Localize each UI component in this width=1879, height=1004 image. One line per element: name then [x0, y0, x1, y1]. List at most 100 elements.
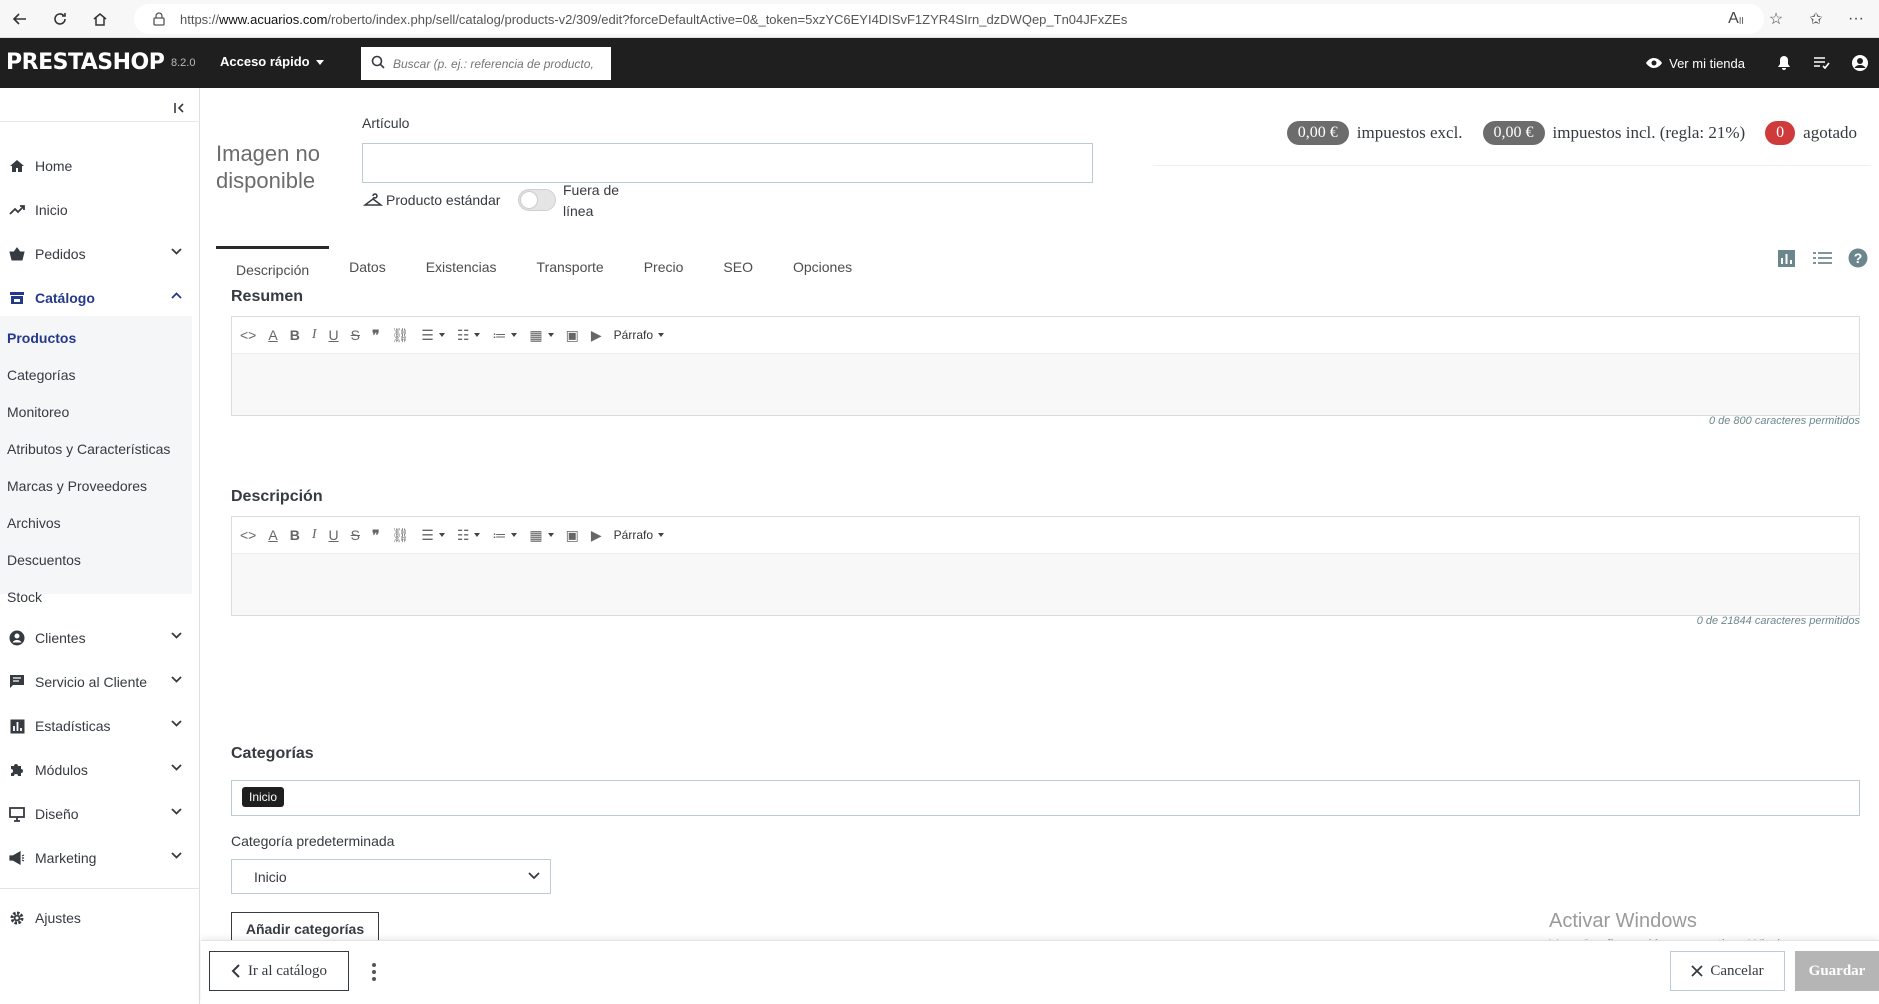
sidebar-item-ajustes[interactable]: Ajustes: [0, 898, 192, 938]
home-browser-icon[interactable]: [80, 0, 120, 38]
sidebar-item-modulos[interactable]: Módulos: [0, 750, 192, 790]
sidebar-item-clientes[interactable]: Clientes: [0, 618, 192, 658]
sidebar-item-pedidos[interactable]: Pedidos: [0, 234, 192, 274]
submenu-stock[interactable]: Stock: [7, 589, 42, 605]
product-image-placeholder[interactable]: Imagen no disponible: [216, 140, 331, 220]
tab-precio[interactable]: Precio: [624, 246, 704, 288]
offline-label: Fuera de línea: [563, 182, 620, 219]
more-actions-icon[interactable]: [367, 957, 381, 987]
submenu-productos[interactable]: Productos: [7, 330, 76, 346]
tab-seo[interactable]: SEO: [703, 246, 773, 288]
submenu-archivos[interactable]: Archivos: [7, 515, 61, 531]
account-icon[interactable]: [1841, 38, 1879, 88]
read-aloud-icon[interactable]: Aꞁꞁ: [1723, 6, 1749, 32]
back-icon[interactable]: [0, 0, 40, 38]
numbered-list-icon[interactable]: ≔: [492, 523, 518, 547]
price-excl-badge: 0,00 €: [1286, 121, 1349, 145]
media-icon[interactable]: ▶: [591, 323, 602, 347]
help-icon[interactable]: ?: [1847, 247, 1869, 269]
sidebar-item-inicio[interactable]: Inicio: [0, 190, 192, 230]
text-color-icon[interactable]: A: [268, 323, 277, 347]
url-text: https://www.acuarios.com/roberto/index.p…: [180, 11, 1128, 27]
list-icon[interactable]: [1811, 247, 1833, 269]
tab-opciones[interactable]: Opciones: [773, 246, 872, 288]
code-view-icon[interactable]: <>: [240, 323, 256, 347]
table-icon[interactable]: ▦: [529, 323, 554, 347]
submenu-descuentos[interactable]: Descuentos: [7, 552, 81, 568]
image-icon[interactable]: ▣: [566, 323, 579, 347]
media-icon[interactable]: ▶: [591, 523, 602, 547]
collapse-sidebar-icon[interactable]: [170, 98, 190, 118]
image-icon[interactable]: ▣: [566, 523, 579, 547]
table-icon[interactable]: ▦: [529, 523, 554, 547]
offline-toggle[interactable]: [518, 189, 556, 211]
italic-icon[interactable]: I: [312, 323, 317, 347]
align-icon[interactable]: ☰: [421, 523, 445, 547]
category-tag[interactable]: Inicio: [242, 787, 285, 807]
paragraph-dropdown[interactable]: Párrafo: [614, 523, 665, 547]
default-category-select[interactable]: Inicio: [231, 859, 551, 894]
tasks-icon[interactable]: [1803, 38, 1841, 88]
prestashop-logo[interactable]: PRESTASHOP: [6, 50, 165, 75]
product-name-input[interactable]: [362, 143, 1093, 183]
sidebar-item-catalogo[interactable]: Catálogo: [0, 278, 192, 318]
categories-field[interactable]: Inicio: [231, 780, 1860, 816]
search-input[interactable]: [393, 56, 603, 71]
quote-icon[interactable]: ❞: [372, 323, 380, 347]
tab-datos[interactable]: Datos: [329, 246, 406, 288]
favorite-star-icon[interactable]: ☆: [1763, 6, 1789, 32]
summary-counter: 0 de 800 caracteres permitidos: [1708, 415, 1860, 427]
price-summary: 0,00 € impuestos excl. 0,00 € impuestos …: [1286, 121, 1857, 145]
basket-icon: [8, 245, 26, 263]
italic-icon[interactable]: I: [312, 523, 317, 547]
underline-icon[interactable]: U: [329, 523, 339, 547]
tab-transporte[interactable]: Transporte: [517, 246, 624, 288]
description-counter: 0 de 21844 caracteres permitidos: [1696, 615, 1860, 627]
sidebar-item-estadisticas[interactable]: Estadísticas: [0, 706, 192, 746]
view-shop-link[interactable]: Ver mi tienda: [1645, 56, 1745, 71]
price-incl-badge: 0,00 €: [1482, 121, 1545, 145]
submenu-monitoreo[interactable]: Monitoreo: [7, 404, 69, 420]
link-icon[interactable]: ⛓: [392, 523, 410, 547]
stats-icon[interactable]: [1775, 247, 1797, 269]
link-icon[interactable]: ⛓: [392, 323, 410, 347]
strikethrough-icon[interactable]: S: [351, 323, 360, 347]
text-color-icon[interactable]: A: [268, 523, 277, 547]
save-button[interactable]: Guardar: [1795, 951, 1879, 991]
refresh-icon[interactable]: [40, 0, 80, 38]
sidebar-item-diseno[interactable]: Diseño: [0, 794, 192, 834]
numbered-list-icon[interactable]: ≔: [492, 323, 518, 347]
sidebar-item-marketing[interactable]: Marketing: [0, 838, 192, 878]
bullet-list-icon[interactable]: ☷: [457, 323, 481, 347]
submenu-categorias[interactable]: Categorías: [7, 367, 75, 383]
submenu-atributos[interactable]: Atributos y Características: [7, 441, 170, 457]
bold-icon[interactable]: B: [290, 323, 300, 347]
bell-icon[interactable]: [1765, 38, 1803, 88]
align-icon[interactable]: ☰: [421, 323, 445, 347]
tab-existencias[interactable]: Existencias: [406, 246, 517, 288]
paragraph-dropdown[interactable]: Párrafo: [614, 323, 665, 347]
summary-editor-body[interactable]: [232, 353, 1859, 415]
sidebar-item-home[interactable]: Home: [0, 146, 192, 186]
underline-icon[interactable]: U: [329, 323, 339, 347]
quick-access-menu[interactable]: Acceso rápido: [220, 54, 324, 69]
sidebar-item-servicio[interactable]: Servicio al Cliente: [0, 662, 192, 702]
quote-icon[interactable]: ❞: [372, 523, 380, 547]
submenu-marcas[interactable]: Marcas y Proveedores: [7, 478, 147, 494]
tab-actions: ?: [1775, 247, 1869, 269]
address-bar[interactable]: https://www.acuarios.com/roberto/index.p…: [134, 4, 1764, 34]
tab-descripcion[interactable]: Descripción: [216, 246, 330, 288]
bullet-list-icon[interactable]: ☷: [457, 523, 481, 547]
footer-actions: Ir al catálogo Cancelar Guardar: [201, 940, 1879, 1004]
summary-toolbar: <> A B I U S ❞ ⛓ ☰ ☷ ≔ ▦ ▣ ▶ Párrafo: [232, 317, 1859, 353]
cancel-button[interactable]: Cancelar: [1670, 951, 1785, 991]
desktop-icon: [8, 805, 26, 823]
code-view-icon[interactable]: <>: [240, 523, 256, 547]
menu-dots-icon[interactable]: ···: [1843, 6, 1869, 32]
product-type-selector[interactable]: Producto estándar: [363, 192, 500, 208]
go-to-catalog-button[interactable]: Ir al catálogo: [209, 951, 349, 991]
favorites-icon[interactable]: ✩: [1803, 6, 1829, 32]
description-editor-body[interactable]: [232, 553, 1859, 615]
bold-icon[interactable]: B: [290, 523, 300, 547]
strikethrough-icon[interactable]: S: [351, 523, 360, 547]
